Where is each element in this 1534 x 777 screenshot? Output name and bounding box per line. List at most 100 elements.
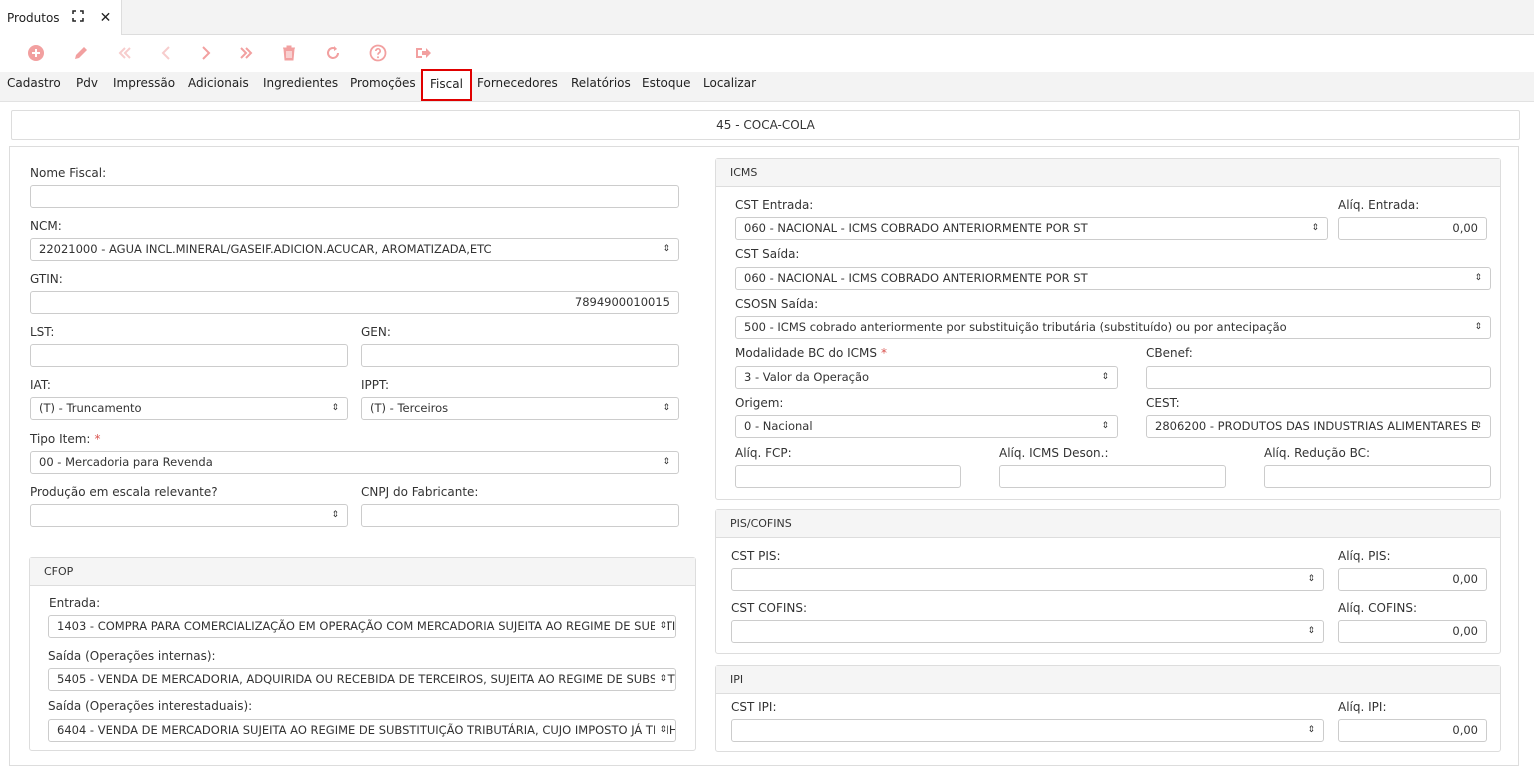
cest-label: CEST: xyxy=(1146,396,1180,410)
cst-entrada-select[interactable]: 060 - NACIONAL - ICMS COBRADO ANTERIORME… xyxy=(735,217,1328,240)
updown-icon: ⇕ xyxy=(331,510,339,520)
csosn-select[interactable]: 500 - ICMS cobrado anteriormente por sub… xyxy=(735,316,1491,339)
menu-impressao[interactable]: Impressão xyxy=(113,72,175,102)
updown-icon: ⇕ xyxy=(1101,372,1109,382)
aliq-fcp-input[interactable] xyxy=(735,465,961,488)
iat-select[interactable]: (T) - Truncamento ⇕ xyxy=(30,397,348,420)
help-circle-icon xyxy=(369,44,387,62)
tab-strip xyxy=(122,0,1534,35)
ippt-label: IPPT: xyxy=(361,378,390,392)
help-button[interactable] xyxy=(364,39,392,67)
menu-fornecedores[interactable]: Fornecedores xyxy=(477,72,558,102)
origem-value: 0 - Nacional xyxy=(744,419,813,433)
csosn-label: CSOSN Saída: xyxy=(735,297,819,311)
aliq-ipi-input[interactable]: 0,00 xyxy=(1338,719,1487,742)
maximize-icon[interactable] xyxy=(71,9,84,26)
next-record-button[interactable] xyxy=(191,39,219,67)
gen-label: GEN: xyxy=(361,325,391,339)
pis-cofins-title: PIS/COFINS xyxy=(716,510,1500,538)
cfop-saida-inter-select[interactable]: 6404 - VENDA DE MERCADORIA SUJEITA AO RE… xyxy=(48,719,676,742)
first-record-button[interactable] xyxy=(111,39,139,67)
aliq-pis-input[interactable]: 0,00 xyxy=(1338,568,1487,591)
menu-adicionais[interactable]: Adicionais xyxy=(188,72,249,102)
aliq-deson-input[interactable] xyxy=(999,465,1226,488)
updown-icon: ⇕ xyxy=(662,244,670,254)
iat-value: (T) - Truncamento xyxy=(39,401,142,415)
window-tab-title: Produtos xyxy=(7,10,60,25)
cst-cofins-select[interactable]: ⇕ xyxy=(731,620,1324,643)
exit-button[interactable] xyxy=(409,39,437,67)
menu-localizar[interactable]: Localizar xyxy=(703,72,756,102)
menu-fiscal[interactable]: Fiscal xyxy=(421,69,472,101)
edit-button[interactable] xyxy=(67,39,95,67)
origem-select[interactable]: 0 - Nacional ⇕ xyxy=(735,415,1118,438)
cfop-entrada-select[interactable]: 1403 - COMPRA PARA COMERCIALIZAÇÃO EM OP… xyxy=(48,615,676,638)
last-record-button[interactable] xyxy=(232,39,260,67)
aliq-fcp-label: Alíq. FCP: xyxy=(735,446,792,460)
cst-pis-label: CST PIS: xyxy=(731,549,781,563)
menu-promocoes[interactable]: Promoções xyxy=(350,72,416,102)
ippt-select[interactable]: (T) - Terceiros ⇕ xyxy=(361,397,679,420)
add-button[interactable] xyxy=(22,39,50,67)
lst-input[interactable] xyxy=(30,344,348,367)
ipi-title: IPI xyxy=(716,666,1500,694)
close-icon[interactable]: ✕ xyxy=(100,10,112,26)
updown-icon: ⇕ xyxy=(1307,574,1315,584)
chevron-left-icon xyxy=(161,46,170,60)
ippt-value: (T) - Terceiros xyxy=(370,401,449,415)
updown-icon: ⇕ xyxy=(1474,322,1482,332)
pencil-icon xyxy=(75,47,87,59)
aliq-entrada-input[interactable]: 0,00 xyxy=(1338,217,1487,240)
cbenef-input[interactable] xyxy=(1146,366,1491,389)
refresh-icon xyxy=(327,46,339,59)
menu-cadastro[interactable]: Cadastro xyxy=(7,72,61,102)
modalidade-select[interactable]: 3 - Valor da Operação ⇕ xyxy=(735,366,1118,389)
refresh-button[interactable] xyxy=(319,39,347,67)
nome-fiscal-input[interactable] xyxy=(30,185,679,208)
aliq-cofins-input[interactable]: 0,00 xyxy=(1338,620,1487,643)
cbenef-label: CBenef: xyxy=(1146,346,1193,360)
updown-icon: ⇕ xyxy=(1474,273,1482,283)
cst-pis-select[interactable]: ⇕ xyxy=(731,568,1324,591)
cnpj-input[interactable] xyxy=(361,504,679,527)
cst-ipi-label: CST IPI: xyxy=(731,700,777,714)
updown-icon: ⇕ xyxy=(1101,421,1109,431)
tipo-item-select[interactable]: 00 - Mercadoria para Revenda ⇕ xyxy=(30,451,679,474)
modalidade-label: Modalidade BC do ICMS * xyxy=(735,346,887,360)
menu-ingredientes[interactable]: Ingredientes xyxy=(263,72,338,102)
required-asterisk: * xyxy=(881,346,887,360)
aliq-red-input[interactable] xyxy=(1264,465,1491,488)
ncm-select[interactable]: 22021000 - AGUA INCL.MINERAL/GASEIF.ADIC… xyxy=(30,238,679,261)
window-tab-produtos[interactable]: Produtos ✕ xyxy=(0,0,122,35)
cst-saida-value: 060 - NACIONAL - ICMS COBRADO ANTERIORME… xyxy=(744,271,1088,285)
cst-ipi-select[interactable]: ⇕ xyxy=(731,719,1324,742)
updown-icon: ⇕ xyxy=(1474,421,1482,431)
required-asterisk: * xyxy=(94,432,101,446)
cfop-saida-int-label: Saída (Operações internas): xyxy=(48,649,216,663)
menu-pdv[interactable]: Pdv xyxy=(76,72,98,102)
producao-select[interactable]: ⇕ xyxy=(30,504,348,527)
gtin-input[interactable]: 7894900010015 xyxy=(30,291,679,314)
cfop-entrada-value: 1403 - COMPRA PARA COMERCIALIZAÇÃO EM OP… xyxy=(57,619,675,633)
delete-button[interactable] xyxy=(275,39,303,67)
updown-icon: ⇕ xyxy=(1311,223,1319,233)
iat-label: IAT: xyxy=(30,378,51,392)
updown-icon: ⇕ xyxy=(662,403,670,413)
gen-input[interactable] xyxy=(361,344,679,367)
ncm-value: 22021000 - AGUA INCL.MINERAL/GASEIF.ADIC… xyxy=(39,242,492,256)
plus-circle-icon xyxy=(28,45,44,61)
product-title: 45 - COCA-COLA xyxy=(11,110,1520,140)
cst-saida-select[interactable]: 060 - NACIONAL - ICMS COBRADO ANTERIORME… xyxy=(735,267,1491,290)
menu-estoque[interactable]: Estoque xyxy=(642,72,691,102)
chevron-right-icon xyxy=(202,46,211,60)
cfop-saida-inter-label: Saída (Operações interestaduais): xyxy=(48,699,253,713)
sign-out-icon xyxy=(416,48,431,58)
cfop-entrada-label: Entrada: xyxy=(49,596,101,610)
updown-icon: ⇕ xyxy=(655,616,667,637)
cest-select[interactable]: 2806200 - PRODUTOS DAS INDUSTRIAS ALIMEN… xyxy=(1146,415,1491,438)
previous-record-button[interactable] xyxy=(153,39,181,67)
module-menu: Cadastro Pdv Impressão Adicionais Ingred… xyxy=(0,69,1534,102)
menu-relatorios[interactable]: Relatórios xyxy=(571,72,631,102)
cfop-saida-int-value: 5405 - VENDA DE MERCADORIA, ADQUIRIDA OU… xyxy=(57,672,675,686)
cfop-saida-int-select[interactable]: 5405 - VENDA DE MERCADORIA, ADQUIRIDA OU… xyxy=(48,668,676,691)
